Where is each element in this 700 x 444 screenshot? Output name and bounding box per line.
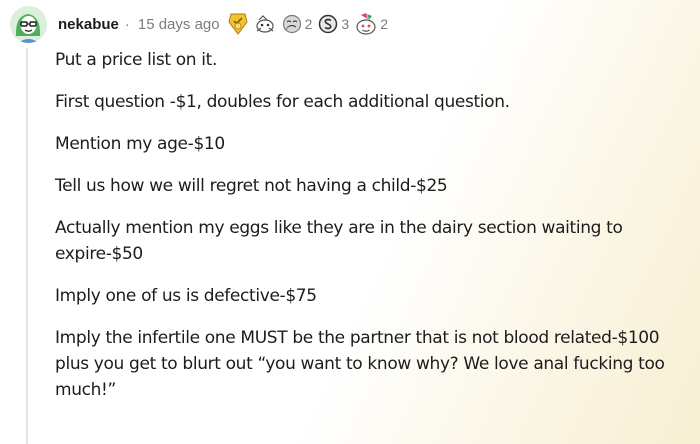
comment-paragraph: Imply one of us is defective-$75 — [55, 286, 317, 306]
rocket-like-icon — [255, 15, 274, 33]
award-count: 3 — [341, 16, 350, 32]
comment-header: nekabue · 15 days ago 2 3 2 — [10, 4, 394, 44]
comment-body: Put a price list on it. First question -… — [55, 47, 687, 419]
silver-face-icon — [282, 14, 301, 34]
comment-paragraph: Actually mention my eggs like they are i… — [55, 218, 623, 264]
comment-paragraph: Tell us how we will regret not having a … — [55, 176, 448, 196]
award-gold[interactable] — [228, 13, 248, 35]
award-silver[interactable]: 2 — [282, 14, 313, 34]
award-coin[interactable]: 3 — [318, 14, 349, 34]
comment-paragraph: Imply the infertile one MUST be the part… — [55, 328, 665, 400]
comment-author[interactable]: nekabue — [58, 16, 119, 33]
meta-separator: · — [124, 15, 130, 33]
comment-card: nekabue · 15 days ago 2 3 2 Put a price … — [0, 0, 700, 444]
snoo-coin-icon — [319, 14, 338, 34]
comment-paragraph: Put a price list on it. — [55, 50, 218, 70]
award-count: 2 — [380, 16, 388, 32]
comment-paragraph: First question -$1, doubles for each add… — [55, 92, 510, 112]
gold-badge-icon — [228, 13, 248, 35]
award-party[interactable]: 2 — [355, 13, 388, 35]
snoo-party-icon — [356, 13, 376, 35]
award-count: 2 — [304, 16, 313, 32]
avatar-image — [10, 5, 47, 43]
comment-paragraph: Mention my age-$10 — [55, 134, 225, 154]
award-rocket[interactable] — [254, 14, 276, 34]
comment-timestamp[interactable]: 15 days ago — [138, 16, 220, 33]
avatar[interactable] — [10, 5, 47, 43]
thread-line[interactable] — [26, 48, 28, 444]
